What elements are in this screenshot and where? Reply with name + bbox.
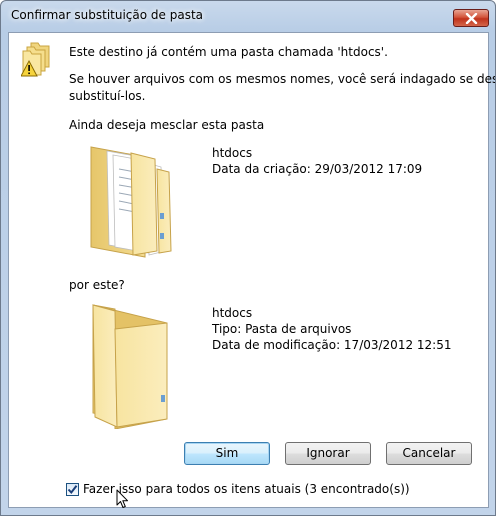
yes-button[interactable]: Sim: [184, 442, 270, 465]
window-title: Confirmar substituição de pasta: [11, 8, 204, 22]
mouse-pointer-icon: [116, 489, 128, 508]
folder-warning-icon: [21, 42, 50, 77]
empty-folder-icon[interactable]: [85, 299, 177, 429]
confirm-folder-replace-dialog: Confirmar substituição de pasta Este des…: [0, 0, 496, 516]
dialog-content: Este destino já contém uma pasta chamada…: [8, 32, 495, 508]
folder-with-documents-icon[interactable]: [85, 139, 177, 259]
duplicate-files-message-line2: substituí-los.: [69, 89, 146, 103]
source-folder-type: Tipo: Pasta de arquivos: [212, 322, 352, 336]
destination-folder-name: htdocs: [212, 146, 253, 160]
close-icon: [465, 13, 478, 24]
source-folder-name: htdocs: [212, 306, 253, 320]
merge-question: Ainda deseja mesclar esta pasta: [69, 118, 265, 132]
close-button[interactable]: [453, 9, 489, 27]
destination-message: Este destino já contém uma pasta chamada…: [69, 45, 388, 59]
checkmark-icon: [67, 485, 78, 495]
duplicate-files-message-line1: Se houver arquivos com os mesmos nomes, …: [69, 72, 496, 86]
title-bar[interactable]: Confirmar substituição de pasta: [1, 1, 495, 29]
apply-to-all-label[interactable]: Fazer isso para todos os itens atuais (3…: [83, 482, 410, 496]
source-folder-modified: Data de modificação: 17/03/2012 12:51: [212, 338, 452, 352]
by-this-label: por este?: [69, 278, 125, 292]
skip-button[interactable]: Ignorar: [285, 442, 371, 465]
cancel-button[interactable]: Cancelar: [386, 442, 472, 465]
apply-to-all-checkbox[interactable]: [66, 483, 79, 496]
destination-folder-created: Data da criação: 29/03/2012 17:09: [212, 162, 423, 176]
